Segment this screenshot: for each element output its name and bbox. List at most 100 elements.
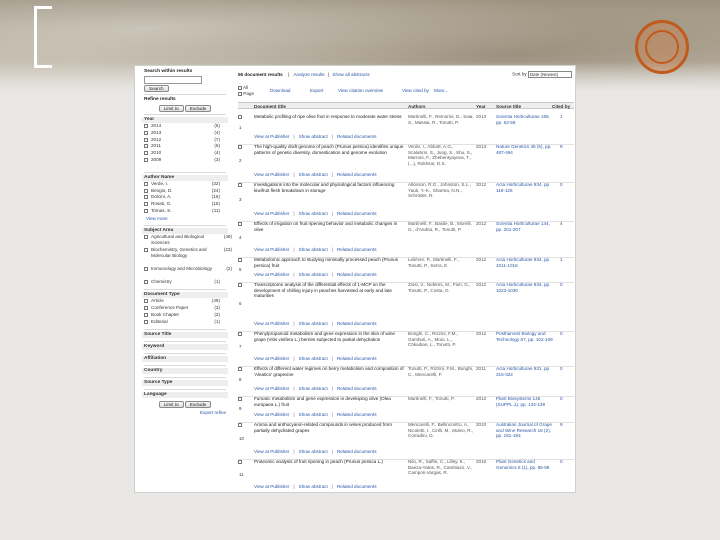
result-title-link[interactable]: Aroma and anthocyanin-related compounds … — [254, 422, 404, 433]
view-more-link[interactable]: View more — [144, 216, 226, 222]
exclude-button-bottom[interactable]: Exclude — [184, 401, 212, 409]
result-source[interactable]: Postharvest Biology and Technology 67, p… — [496, 331, 556, 342]
show-abstract-link[interactable]: Show abstract — [299, 449, 328, 454]
collapsed-facet[interactable]: Source Title — [142, 329, 228, 339]
result-title-link[interactable]: Effects of different water regimes on be… — [254, 366, 404, 377]
result-authors[interactable]: Nilo, R., Saffie, C., Lilley, K., Baeza-… — [408, 459, 474, 476]
checkbox[interactable] — [144, 188, 148, 193]
result-authors[interactable]: Bonghi, C., Rizzini, F.M., Gambuti, A., … — [408, 331, 474, 348]
select-all-checkbox[interactable] — [238, 85, 242, 90]
result-source[interactable]: Plant Biosystems 146 (SUPPL.1), pp. 134-… — [496, 396, 556, 407]
result-cited-by[interactable]: 1 — [560, 257, 570, 263]
result-authors[interactable]: Lelièvre, P., Martinelli, F., Tonutti, P… — [408, 257, 474, 268]
row-checkbox[interactable] — [238, 222, 242, 226]
facet-option[interactable]: 2011 (6) — [144, 143, 226, 150]
result-title-link[interactable]: Metabolomic approach to studying minimal… — [254, 257, 404, 268]
view-at-publisher-link[interactable]: View at Publisher — [254, 386, 289, 391]
collapsed-facet[interactable]: Source Type — [142, 377, 228, 387]
facet-option[interactable]: Rosati, G. (15) — [144, 201, 226, 208]
collapsed-facet[interactable]: Country — [142, 365, 228, 375]
show-abstract-link[interactable]: Show abstract — [299, 412, 328, 417]
show-abstract-link[interactable]: Show abstract — [299, 484, 328, 489]
show-abstract-link[interactable]: Show abstract — [299, 272, 328, 277]
result-source[interactable]: Acta Horticulturae 934, pp. 1011-1016 — [496, 257, 556, 268]
related-documents-link[interactable]: Related documents — [337, 247, 377, 252]
facet-option[interactable]: 2010 (4) — [144, 150, 226, 157]
result-authors[interactable]: Ziosi, V., Noferini, M., Fiori, G., Tonu… — [408, 282, 474, 293]
checkbox[interactable] — [144, 130, 148, 135]
view-at-publisher-link[interactable]: View at Publisher — [254, 449, 289, 454]
download-link[interactable]: Download — [270, 88, 290, 94]
result-authors[interactable]: Atkinson, R.G., Johnston, S.L., Yauk, Y.… — [408, 182, 474, 199]
facet-option[interactable]: 2014 (5) — [144, 123, 226, 130]
checkbox[interactable] — [144, 299, 148, 304]
export-link[interactable]: Export — [310, 88, 323, 94]
result-source[interactable]: Scientia Horticulturae 159, pp. 52-58 — [496, 114, 556, 125]
show-abstract-link[interactable]: Show abstract — [299, 172, 328, 177]
exclude-button[interactable]: Exclude — [184, 104, 212, 112]
checkbox[interactable] — [144, 151, 148, 156]
result-cited-by[interactable]: 9 — [560, 422, 570, 428]
col-source[interactable]: Source title — [496, 104, 521, 110]
checkbox[interactable] — [144, 235, 148, 240]
result-title-link[interactable]: Proteomic analysis of fruit ripening in … — [254, 459, 404, 465]
related-documents-link[interactable]: Related documents — [337, 134, 377, 139]
facet-option[interactable]: Dolcini, A. (16) — [144, 194, 226, 201]
row-checkbox[interactable] — [238, 283, 242, 287]
facet-option[interactable]: Verde, I. (32) — [144, 181, 226, 188]
sort-select[interactable]: Date (Newest) — [528, 71, 572, 78]
row-checkbox[interactable] — [238, 183, 242, 187]
show-abstract-link[interactable]: Show abstract — [299, 211, 328, 216]
result-title-link[interactable]: Phenylpropanoid metabolism and gene expr… — [254, 331, 404, 342]
result-title-link[interactable]: Metabolic profiling of ripe olive fruit … — [254, 114, 404, 120]
collapsed-facet[interactable]: Affiliation — [142, 353, 228, 363]
collapsed-facet[interactable]: Language — [142, 389, 228, 399]
checkbox[interactable] — [144, 312, 148, 317]
checkbox[interactable] — [144, 137, 148, 142]
analyze-results-link[interactable]: Analyze results — [293, 72, 324, 77]
result-cited-by[interactable]: 0 — [560, 396, 570, 402]
view-at-publisher-link[interactable]: View at Publisher — [254, 172, 289, 177]
result-authors[interactable]: Tonutti, P., Rizzini, F.M., Bonghi, C., … — [408, 366, 474, 377]
show-abstract-link[interactable]: Show abstract — [299, 321, 328, 326]
row-checkbox[interactable] — [238, 367, 242, 371]
facet-option[interactable]: Bengio, D. (24) — [144, 188, 226, 195]
citation-overview-link[interactable]: View citation overview — [338, 88, 383, 94]
facet-option[interactable]: Editorial (1) — [144, 319, 226, 326]
checkbox[interactable] — [144, 144, 148, 149]
result-authors[interactable]: Martinelli, F., Remorini, D., Saia, S., … — [408, 114, 474, 125]
row-checkbox[interactable] — [238, 332, 242, 336]
result-source[interactable]: Acta Horticulturae 934, pp. 119-126 — [496, 182, 556, 193]
col-cited[interactable]: Cited by — [552, 104, 570, 110]
result-cited-by[interactable]: 4 — [560, 221, 570, 227]
row-checkbox[interactable] — [238, 460, 242, 464]
export-refine-link[interactable]: Export refine — [144, 410, 226, 416]
checkbox[interactable] — [144, 157, 148, 162]
result-source[interactable]: Acta Horticulturae 934, pp. 1023-1030 — [496, 282, 556, 293]
show-abstract-link[interactable]: Show abstract — [299, 386, 328, 391]
checkbox[interactable] — [144, 181, 148, 186]
related-documents-link[interactable]: Related documents — [337, 211, 377, 216]
result-cited-by[interactable]: 0 — [560, 459, 570, 465]
checkbox[interactable] — [144, 280, 148, 285]
checkbox[interactable] — [144, 123, 148, 128]
facet-option[interactable]: Tomas, S. (11) — [144, 208, 226, 215]
checkbox[interactable] — [144, 306, 148, 310]
result-title-link[interactable]: The high-quality draft genome of peach (… — [254, 144, 404, 155]
result-title-link[interactable]: Investigations into the molecular and ph… — [254, 182, 404, 193]
checkbox[interactable] — [144, 208, 148, 213]
checkbox[interactable] — [144, 248, 148, 253]
view-at-publisher-link[interactable]: View at Publisher — [254, 272, 289, 277]
view-at-publisher-link[interactable]: View at Publisher — [254, 134, 289, 139]
view-at-publisher-link[interactable]: View at Publisher — [254, 356, 289, 361]
row-checkbox[interactable] — [238, 397, 242, 401]
show-abstract-link[interactable]: Show abstract — [299, 356, 328, 361]
checkbox[interactable] — [144, 267, 148, 272]
related-documents-link[interactable]: Related documents — [337, 321, 377, 326]
result-source[interactable]: Scientia Horticulturae 144, pp. 201-207 — [496, 221, 556, 232]
limit-to-button-bottom[interactable]: Limit to — [158, 401, 184, 409]
related-documents-link[interactable]: Related documents — [337, 356, 377, 361]
view-at-publisher-link[interactable]: View at Publisher — [254, 412, 289, 417]
row-checkbox[interactable] — [238, 115, 242, 119]
row-checkbox[interactable] — [238, 258, 242, 262]
